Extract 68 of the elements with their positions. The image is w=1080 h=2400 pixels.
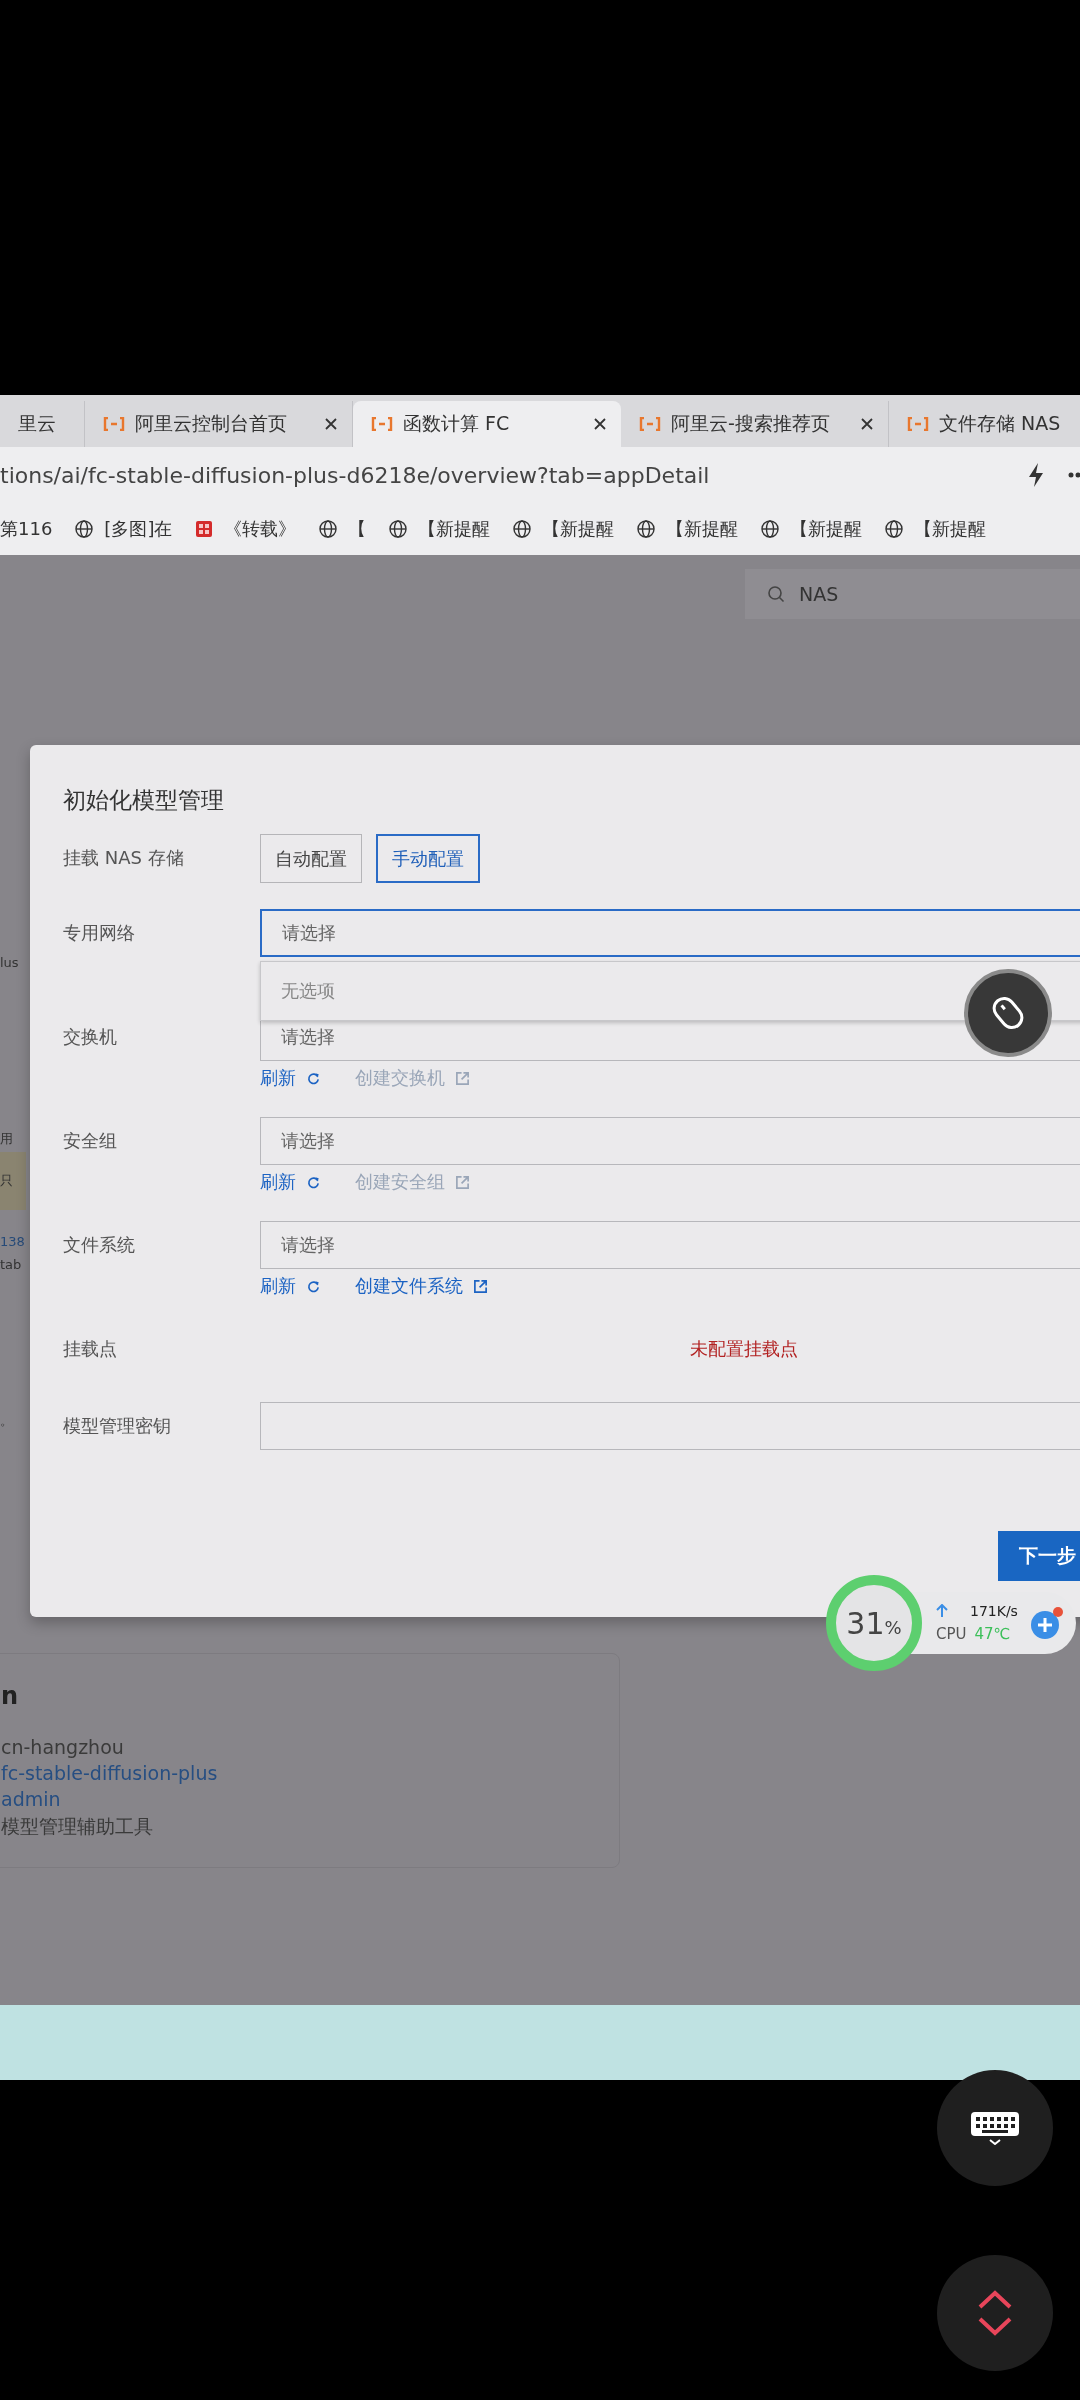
dialog-title: 初始化模型管理 (63, 786, 225, 815)
bracket-logo-icon (639, 417, 661, 431)
form-label: 文件系统 (63, 1233, 136, 1257)
page-text: lus (0, 955, 20, 970)
form-label: 专用网络 (63, 921, 136, 945)
status-text: 未配置挂载点 (689, 1337, 799, 1361)
refresh-link[interactable]: 刷新 (260, 1170, 296, 1194)
search-field[interactable]: NAS (745, 569, 1080, 619)
page-text: 只 (0, 1152, 26, 1210)
close-icon[interactable] (593, 417, 607, 431)
bookmark-label[interactable]: 【新提醒 (418, 517, 491, 541)
cpu-temperature: 47℃ (974, 1625, 1011, 1643)
bracket-logo-icon (371, 417, 393, 431)
bookmark-label[interactable]: 第116 (0, 517, 53, 541)
refresh-icon[interactable] (306, 1174, 321, 1190)
globe-icon (74, 519, 95, 539)
refresh-icon[interactable] (306, 1278, 321, 1294)
lightning-icon[interactable] (1026, 462, 1046, 488)
search-icon (767, 585, 785, 603)
bookmark-label[interactable]: 【新提醒 (542, 517, 615, 541)
globe-icon (318, 519, 339, 539)
refresh-link[interactable]: 刷新 (260, 1066, 296, 1090)
plus-icon[interactable] (1029, 1606, 1064, 1640)
bookmark-label[interactable]: 《转载》 (224, 517, 297, 541)
refresh-icon[interactable] (306, 1070, 321, 1086)
close-icon[interactable] (324, 417, 338, 431)
browser-tab[interactable]: 函数计算 FC (353, 401, 621, 447)
form-label: 交换机 (63, 1025, 118, 1049)
card-title: n (1, 1682, 20, 1710)
config-option[interactable]: 手动配置 (376, 834, 480, 883)
bookmark-label[interactable]: [多图]在 (104, 517, 173, 541)
page-text: 用 (0, 1130, 14, 1148)
globe-icon (388, 519, 409, 539)
external-link-icon[interactable] (473, 1278, 488, 1294)
close-icon[interactable] (860, 417, 874, 431)
cpu-label: CPU (936, 1625, 967, 1643)
globe-icon (760, 519, 781, 539)
info-text: 模型管理辅助工具 (1, 1814, 154, 1839)
network-speed: 171K/s (970, 1603, 1018, 1619)
bookmark-label[interactable]: 【新提醒 (914, 517, 987, 541)
bookmark-label[interactable]: 【新提醒 (666, 517, 739, 541)
select-field[interactable]: 请选择 (260, 1221, 1080, 1269)
seal-icon (194, 519, 215, 539)
info-text: cn-hangzhou (1, 1736, 125, 1758)
form-label: 模型管理密钥 (63, 1414, 172, 1438)
globe-icon (884, 519, 905, 539)
config-option[interactable]: 自动配置 (260, 834, 362, 883)
select-field[interactable]: 请选择 (260, 909, 1080, 957)
globe-icon (636, 519, 657, 539)
keyboard-icon (970, 2111, 1020, 2145)
bracket-logo-icon (103, 417, 125, 431)
bookmark-label[interactable]: 【 (348, 517, 367, 541)
upload-arrow-icon (936, 1604, 948, 1618)
refresh-link[interactable]: 刷新 (260, 1274, 296, 1298)
select-field[interactable]: 请选择 (260, 1117, 1080, 1165)
next-button[interactable]: 下一步 (998, 1531, 1080, 1581)
create-link[interactable]: 创建文件系统 (355, 1274, 463, 1298)
bookmark-label[interactable]: 【新提醒 (790, 517, 863, 541)
bracket-logo-icon (907, 417, 929, 431)
page-text: tab (0, 1257, 23, 1272)
more-icon[interactable] (1068, 472, 1080, 478)
form-label: 挂载 NAS 存储 (63, 846, 185, 870)
globe-icon (512, 519, 533, 539)
form-label: 安全组 (63, 1129, 118, 1153)
key-input[interactable] (260, 1402, 1080, 1450)
page-text: 。 (0, 1412, 14, 1430)
page-text: 138 (0, 1234, 26, 1249)
form-label: 挂载点 (63, 1337, 118, 1361)
